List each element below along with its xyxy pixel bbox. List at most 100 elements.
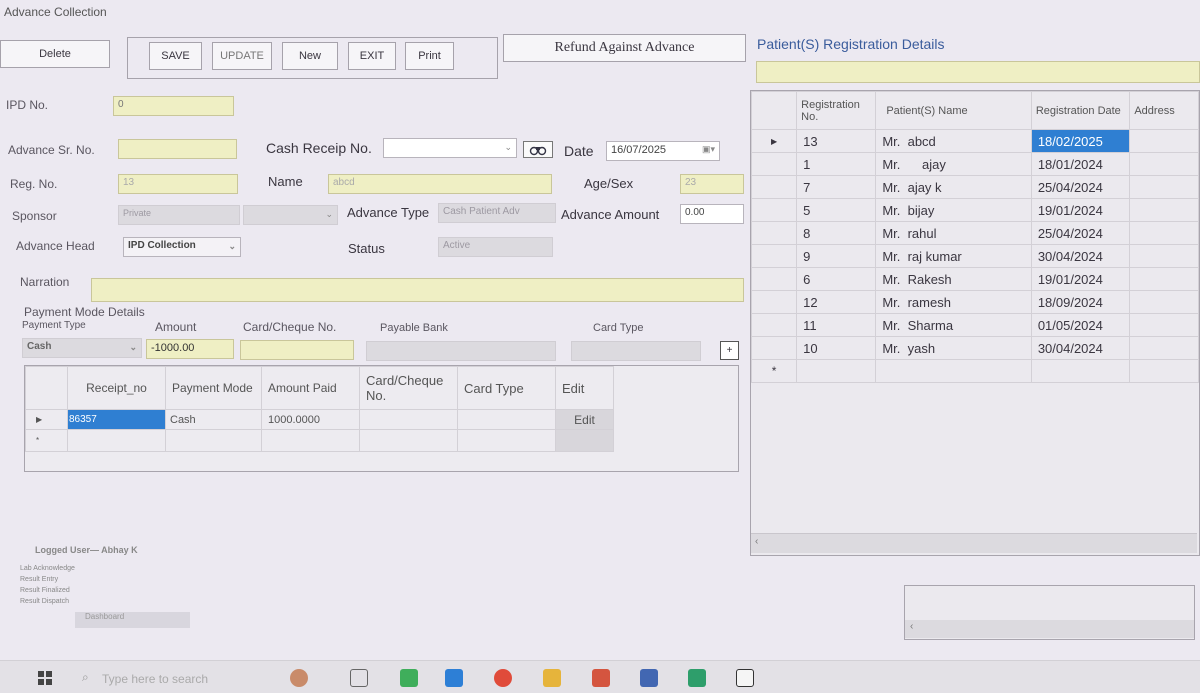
payment-type-dropdown[interactable]: Cash ⌄ <box>22 338 142 358</box>
reg-date-cell[interactable]: 18/09/2024 <box>1030 290 1131 314</box>
date-picker[interactable]: 16/07/2025 ▣▾ <box>606 141 720 161</box>
row-header[interactable] <box>750 290 798 314</box>
reg-date-cell[interactable]: 19/01/2024 <box>1030 267 1131 291</box>
card-cheque-input[interactable] <box>240 340 354 360</box>
table-row[interactable]: 10 Mr. yash 30/04/2024 <box>750 336 1199 360</box>
table-row[interactable]: ▶ 13 Mr. abcd 18/02/2025 <box>750 129 1199 153</box>
address-cell[interactable] <box>1129 175 1199 199</box>
table-row[interactable]: 9 Mr. raj kumar 30/04/2024 <box>750 244 1199 268</box>
row-header[interactable] <box>750 313 798 337</box>
advance-type-dropdown[interactable]: Cash Patient Adv <box>438 203 556 223</box>
patient-name-cell[interactable]: Mr. ajay k <box>875 175 1032 199</box>
menu-result-finalized[interactable]: Result Finalized <box>20 587 190 598</box>
scroll-left-icon[interactable]: ‹ <box>755 536 758 547</box>
amount-paid-cell[interactable]: 1000.0000 <box>261 409 360 430</box>
row-header[interactable] <box>750 267 798 291</box>
print-button[interactable]: Print <box>405 42 454 70</box>
row-header[interactable] <box>750 244 798 268</box>
card-type-dropdown[interactable] <box>571 341 701 361</box>
sponsor-dropdown[interactable]: ⌄ <box>243 205 338 225</box>
col-edit[interactable]: Edit <box>555 366 614 410</box>
app-icon[interactable] <box>640 669 658 687</box>
col-registration-date[interactable]: Registration Date <box>1030 91 1131 130</box>
reg-date-cell[interactable]: 18/02/2025 <box>1030 129 1131 153</box>
patient-name-cell[interactable]: Mr. yash <box>875 336 1032 360</box>
table-row[interactable]: ▶ 86357 Cash 1000.0000 Edit <box>25 409 614 430</box>
binoculars-search-button[interactable] <box>523 141 553 158</box>
card-type-cell[interactable] <box>457 409 556 430</box>
table-row[interactable]: 8 Mr. rahul 25/04/2024 <box>750 221 1199 245</box>
age-input[interactable]: 23 <box>680 174 744 194</box>
row-indicator-icon[interactable]: ▶ <box>750 129 798 153</box>
add-payment-button[interactable]: + <box>720 341 739 360</box>
patient-name-cell[interactable]: Mr. Rakesh <box>875 267 1032 291</box>
payable-bank-input[interactable] <box>366 341 556 361</box>
refund-against-advance-button[interactable]: Refund Against Advance <box>503 34 746 62</box>
patient-name-cell[interactable]: Mr. abcd <box>875 129 1032 153</box>
reg-no-cell[interactable]: 13 <box>796 129 877 153</box>
reg-no-cell[interactable]: 5 <box>796 198 877 222</box>
edge-icon[interactable] <box>445 669 463 687</box>
ipd-input[interactable]: 0 <box>113 96 234 116</box>
address-cell[interactable] <box>1129 198 1199 222</box>
payment-amount-input[interactable]: -1000.00 <box>146 339 234 359</box>
patient-name-cell[interactable]: Mr. ajay <box>875 152 1032 176</box>
reg-input[interactable]: 13 <box>118 174 238 194</box>
reg-no-cell[interactable]: 12 <box>796 290 877 314</box>
reg-no-cell[interactable]: 10 <box>796 336 877 360</box>
patient-name-cell[interactable]: Mr. Sharma <box>875 313 1032 337</box>
col-card-cheque[interactable]: Card/Cheque No. <box>359 366 458 410</box>
app-icon[interactable] <box>592 669 610 687</box>
patient-search-input[interactable] <box>756 61 1200 83</box>
menu-result-dispatch[interactable]: Result Dispatch <box>20 598 190 612</box>
menu-dashboard[interactable]: Dashboard <box>75 612 190 628</box>
reg-no-cell[interactable]: 11 <box>796 313 877 337</box>
patient-name-cell[interactable]: Mr. raj kumar <box>875 244 1032 268</box>
address-cell[interactable] <box>1129 129 1199 153</box>
reg-date-cell[interactable]: 30/04/2024 <box>1030 244 1131 268</box>
col-receipt-no[interactable]: Receipt_no <box>67 366 166 410</box>
secondary-scrollbar[interactable]: ‹ <box>905 620 1194 638</box>
patient-name-cell[interactable]: Mr. bijay <box>875 198 1032 222</box>
payment-mode-cell[interactable]: Cash <box>165 409 262 430</box>
reg-date-cell[interactable]: 01/05/2024 <box>1030 313 1131 337</box>
address-cell[interactable] <box>1129 221 1199 245</box>
receipt-no-cell[interactable]: 86357 <box>67 409 166 430</box>
scroll-left-icon[interactable]: ‹ <box>910 621 913 632</box>
table-row[interactable]: 5 Mr. bijay 19/01/2024 <box>750 198 1199 222</box>
edit-row-button[interactable]: Edit <box>555 409 614 430</box>
col-registration-no[interactable]: Registration No. <box>796 91 877 130</box>
reg-no-cell[interactable]: 6 <box>796 267 877 291</box>
sponsor-input[interactable]: Private <box>118 205 240 225</box>
app-icon[interactable] <box>400 669 418 687</box>
address-cell[interactable] <box>1129 244 1199 268</box>
exit-button[interactable]: EXIT <box>348 42 396 70</box>
narration-input[interactable] <box>91 278 744 302</box>
reg-no-cell[interactable]: 8 <box>796 221 877 245</box>
reg-date-cell[interactable]: 25/04/2024 <box>1030 175 1131 199</box>
delete-button[interactable]: Delete <box>0 40 110 68</box>
col-payment-mode[interactable]: Payment Mode <box>165 366 262 410</box>
table-row[interactable]: 7 Mr. ajay k 25/04/2024 <box>750 175 1199 199</box>
reg-date-cell[interactable]: 19/01/2024 <box>1030 198 1131 222</box>
col-card-type[interactable]: Card Type <box>457 366 556 410</box>
advance-sr-input[interactable] <box>118 139 237 159</box>
card-cheque-cell[interactable] <box>359 409 458 430</box>
row-header[interactable] <box>750 198 798 222</box>
taskbar-search[interactable]: ⌕ Type here to search <box>68 666 278 690</box>
new-button[interactable]: New <box>282 42 338 70</box>
row-header[interactable] <box>750 152 798 176</box>
address-cell[interactable] <box>1129 152 1199 176</box>
advance-amount-input[interactable]: 0.00 <box>680 204 744 224</box>
menu-lab-acknowledge[interactable]: Lab Acknowledge <box>20 565 190 576</box>
address-cell[interactable] <box>1129 313 1199 337</box>
address-cell[interactable] <box>1129 336 1199 360</box>
table-row[interactable]: 12 Mr. ramesh 18/09/2024 <box>750 290 1199 314</box>
reg-date-cell[interactable]: 25/04/2024 <box>1030 221 1131 245</box>
row-header[interactable] <box>750 336 798 360</box>
reg-date-cell[interactable]: 18/01/2024 <box>1030 152 1131 176</box>
update-button[interactable]: UPDATE <box>212 42 272 70</box>
advance-head-dropdown[interactable]: IPD Collection ⌄ <box>123 237 241 257</box>
cash-receipt-dropdown[interactable]: ⌄ <box>383 138 517 158</box>
col-amount-paid[interactable]: Amount Paid <box>261 366 360 410</box>
